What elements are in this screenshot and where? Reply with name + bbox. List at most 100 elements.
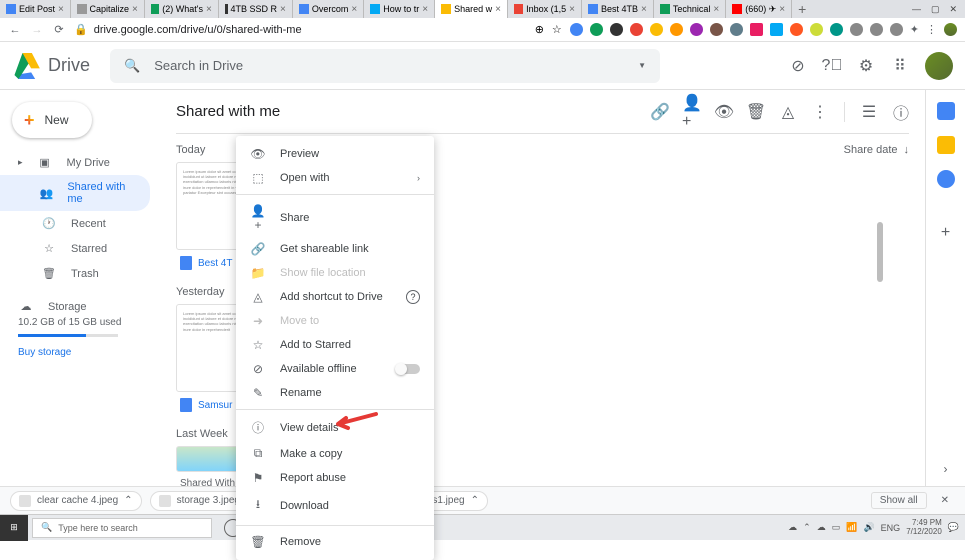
avatar[interactable] bbox=[925, 52, 953, 80]
tab-10[interactable]: (660) ✈× bbox=[726, 0, 792, 18]
tab-0[interactable]: Edit Post× bbox=[0, 0, 71, 18]
tab-3[interactable]: 4TB SSD R× bbox=[219, 0, 293, 18]
url-field[interactable]: 🔒 drive.google.com/drive/u/0/shared-with… bbox=[74, 23, 527, 36]
delete-icon[interactable]: 🗑 bbox=[748, 104, 764, 120]
ext-icon[interactable] bbox=[610, 23, 623, 36]
tab-8[interactable]: Best 4TB× bbox=[582, 0, 654, 18]
sidebar-item-storage[interactable]: ☁Storage bbox=[18, 296, 132, 317]
new-button[interactable]: + New bbox=[12, 102, 92, 138]
apps-icon[interactable]: ⠿ bbox=[891, 57, 909, 75]
ext-icon[interactable] bbox=[810, 23, 823, 36]
close-icon[interactable]: × bbox=[280, 4, 286, 15]
ext-icon[interactable] bbox=[750, 23, 763, 36]
menu-preview[interactable]: 👁Preview bbox=[236, 142, 434, 166]
ext-icon[interactable] bbox=[890, 23, 903, 36]
add-icon[interactable]: + bbox=[941, 224, 950, 242]
translate-icon[interactable]: ⊕ bbox=[535, 23, 544, 36]
clock[interactable]: 7:49 PM 7/12/2020 bbox=[906, 519, 942, 537]
start-button[interactable]: ⊞ bbox=[0, 515, 28, 541]
close-icon[interactable]: × bbox=[779, 4, 785, 15]
keep-icon[interactable] bbox=[937, 136, 955, 154]
taskbar-search[interactable]: 🔍Type here to search bbox=[32, 518, 212, 538]
menu-abuse[interactable]: ⚑Report abuse bbox=[236, 466, 434, 490]
ext-icon[interactable] bbox=[590, 23, 603, 36]
ext-icon[interactable] bbox=[570, 23, 583, 36]
buy-storage-link[interactable]: Buy storage bbox=[18, 347, 142, 358]
star-icon[interactable]: ☆ bbox=[552, 23, 562, 36]
toggle[interactable] bbox=[396, 364, 420, 374]
help-icon[interactable]: ?⃝ bbox=[823, 57, 841, 75]
sidebar-item-starred[interactable]: ☆Starred bbox=[0, 236, 150, 261]
ext-icon[interactable] bbox=[650, 23, 663, 36]
ext-icon[interactable] bbox=[730, 23, 743, 36]
menu-icon[interactable]: ⋮ bbox=[926, 23, 937, 36]
chevron-up-icon[interactable]: ⌃ bbox=[803, 522, 811, 533]
tab-7[interactable]: Inbox (1,5× bbox=[508, 0, 582, 18]
wifi-icon[interactable]: 📶 bbox=[846, 522, 857, 533]
close-icon[interactable]: × bbox=[713, 4, 719, 15]
battery-icon[interactable]: ▭ bbox=[832, 522, 841, 533]
back-icon[interactable]: ← bbox=[8, 24, 22, 36]
close-icon[interactable]: × bbox=[641, 4, 647, 15]
volume-icon[interactable]: 🔊 bbox=[863, 522, 874, 533]
sidebar-item-recent[interactable]: 🕐Recent bbox=[0, 211, 150, 236]
sidebar-item-trash[interactable]: 🗑Trash bbox=[0, 261, 150, 286]
close-icon[interactable]: ✕ bbox=[935, 495, 955, 506]
tab-5[interactable]: How to tr× bbox=[364, 0, 435, 18]
menu-copy[interactable]: ⧉Make a copy bbox=[236, 441, 434, 466]
chevron-up-icon[interactable]: ⌃ bbox=[124, 495, 132, 506]
reload-icon[interactable]: ⟳ bbox=[52, 23, 66, 36]
help-icon[interactable]: ? bbox=[406, 290, 420, 304]
menu-share[interactable]: 👤+Share bbox=[236, 199, 434, 237]
calendar-icon[interactable] bbox=[937, 102, 955, 120]
ext-icon[interactable] bbox=[770, 23, 783, 36]
ext-icon[interactable] bbox=[690, 23, 703, 36]
notifications-icon[interactable]: 💬 bbox=[948, 522, 959, 533]
ready-offline-icon[interactable]: ⊘ bbox=[789, 57, 807, 75]
list-view-icon[interactable]: ☰ bbox=[861, 104, 877, 120]
more-icon[interactable]: ⋮ bbox=[812, 104, 828, 120]
menu-openwith[interactable]: ⬚Open with› bbox=[236, 166, 434, 190]
ext-icon[interactable] bbox=[850, 23, 863, 36]
chevron-up-icon[interactable]: ⌃ bbox=[471, 495, 479, 506]
chevron-right-icon[interactable]: › bbox=[944, 462, 948, 476]
new-tab-button[interactable]: + bbox=[792, 0, 812, 18]
drive-logo[interactable]: Drive bbox=[12, 53, 90, 79]
tab-4[interactable]: Overcom× bbox=[293, 0, 364, 18]
ext-icon[interactable] bbox=[790, 23, 803, 36]
ext-icon[interactable] bbox=[630, 23, 643, 36]
ext-icon[interactable] bbox=[710, 23, 723, 36]
menu-starred[interactable]: ☆Add to Starred bbox=[236, 333, 434, 357]
tab-6[interactable]: Shared w× bbox=[435, 0, 508, 18]
scrollbar[interactable] bbox=[877, 222, 883, 282]
close-window-icon[interactable]: ✕ bbox=[949, 4, 957, 15]
close-icon[interactable]: × bbox=[351, 4, 357, 15]
onedrive-icon[interactable]: ☁ bbox=[788, 522, 797, 533]
tasks-icon[interactable] bbox=[937, 170, 955, 188]
menu-getlink[interactable]: 🔗Get shareable link bbox=[236, 237, 434, 261]
tab-2[interactable]: (2) What's× bbox=[145, 0, 219, 18]
forward-icon[interactable]: → bbox=[30, 24, 44, 36]
drive-shortcut-icon[interactable]: ◬ bbox=[780, 104, 796, 120]
gear-icon[interactable]: ⚙ bbox=[857, 57, 875, 75]
menu-rename[interactable]: ✎Rename bbox=[236, 381, 434, 405]
preview-icon[interactable]: 👁 bbox=[716, 104, 732, 120]
menu-remove[interactable]: 🗑Remove bbox=[236, 530, 434, 554]
close-icon[interactable]: × bbox=[132, 4, 138, 15]
lang-indicator[interactable]: ENG bbox=[881, 523, 901, 533]
close-icon[interactable]: × bbox=[569, 4, 575, 15]
close-icon[interactable]: × bbox=[495, 4, 501, 15]
search-input[interactable]: 🔍 Search in Drive ▼ bbox=[110, 49, 660, 83]
download-item[interactable]: clear cache 4.jpeg⌃ bbox=[10, 491, 142, 511]
ext-icon[interactable] bbox=[870, 23, 883, 36]
link-icon[interactable]: 🔗 bbox=[652, 104, 668, 120]
sidebar-item-mydrive[interactable]: ▸▣My Drive bbox=[0, 150, 150, 175]
extensions-icon[interactable]: ✦ bbox=[910, 23, 919, 36]
info-icon[interactable]: ⓘ bbox=[893, 104, 909, 120]
menu-download[interactable]: ⭳Download bbox=[236, 490, 434, 521]
close-icon[interactable]: × bbox=[206, 4, 212, 15]
ext-icon[interactable] bbox=[670, 23, 683, 36]
add-person-icon[interactable]: 👤+ bbox=[684, 104, 700, 120]
sidebar-item-shared[interactable]: 👥Shared with me bbox=[0, 175, 150, 211]
close-icon[interactable]: × bbox=[58, 4, 64, 15]
